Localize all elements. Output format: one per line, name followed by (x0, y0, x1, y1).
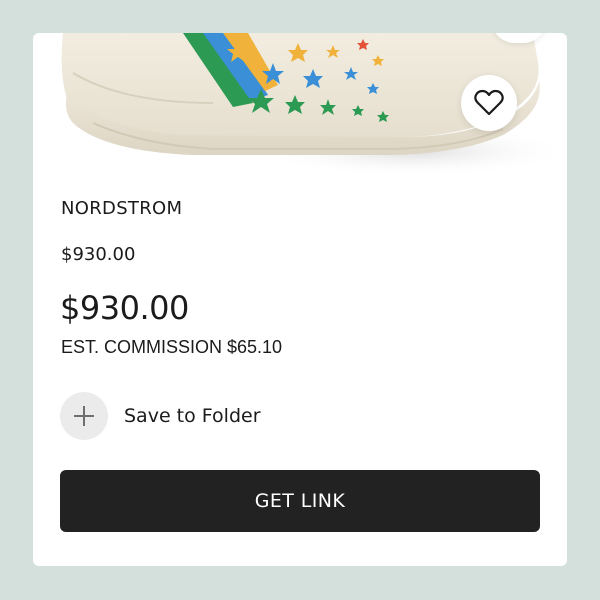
product-card: NORDSTROM $930.00 $930.00 EST. COMMISSIO… (33, 33, 567, 566)
estimated-commission: EST. COMMISSION $65.10 (61, 337, 283, 357)
product-price: $930.00 (60, 289, 189, 327)
product-image[interactable] (33, 33, 567, 183)
get-link-button[interactable]: GET LINK (60, 470, 540, 532)
retailer-name: NORDSTROM (61, 198, 183, 219)
save-to-folder-button[interactable]: Save to Folder (60, 392, 261, 440)
plus-icon (60, 392, 108, 440)
save-to-folder-label: Save to Folder (124, 405, 261, 427)
heart-icon (474, 89, 504, 116)
favorite-button[interactable] (461, 75, 517, 131)
original-price: $930.00 (61, 244, 136, 265)
